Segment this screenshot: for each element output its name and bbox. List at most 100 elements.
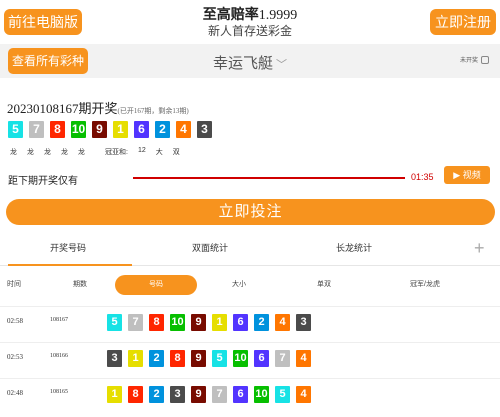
number-ball: 5 <box>8 121 23 138</box>
number-ball: 9 <box>191 350 206 367</box>
stat-item: 12 <box>137 147 146 154</box>
number-ball: 2 <box>149 386 164 403</box>
row-issue: 108167 <box>50 317 68 323</box>
number-ball: 4 <box>176 121 191 138</box>
row-issue: 108165 <box>50 389 68 395</box>
number-ball: 8 <box>170 350 185 367</box>
number-ball: 4 <box>275 314 290 331</box>
row-time: 02:58 <box>7 317 23 325</box>
row-balls: 3 1 2 8 9 5 10 6 7 4 <box>107 350 317 367</box>
number-ball: 9 <box>92 121 107 138</box>
column-issue: 期数 <box>73 281 87 288</box>
filter-odd-even[interactable]: 单双 <box>317 279 331 289</box>
video-icon: ▶ <box>453 170 461 180</box>
number-ball: 7 <box>128 314 143 331</box>
number-ball: 9 <box>191 314 206 331</box>
number-ball: 1 <box>212 314 227 331</box>
row-time: 02:53 <box>7 353 23 361</box>
stats-tabs: 开奖号码 双面统计 长龙统计 + <box>0 238 500 266</box>
issue-title: 20230108167期开奖 <box>7 101 118 116</box>
odds-rate: 1.9999 <box>258 8 298 23</box>
tab-draw-numbers[interactable]: 开奖号码 <box>8 241 128 254</box>
number-ball: 4 <box>296 386 311 403</box>
odds-title: 至高赔率1.9999 <box>150 4 350 24</box>
number-ball: 3 <box>197 121 212 138</box>
number-ball: 9 <box>191 386 206 403</box>
stat-item: 龙 <box>61 149 68 156</box>
number-ball: 5 <box>275 386 290 403</box>
dropdown-icon <box>481 56 490 65</box>
number-ball: 7 <box>29 121 44 138</box>
number-ball: 6 <box>134 121 149 138</box>
number-ball: 3 <box>170 386 185 403</box>
number-ball: 6 <box>233 314 248 331</box>
lottery-menu[interactable]: 未开奖 <box>460 55 490 65</box>
number-ball: 5 <box>107 314 122 331</box>
chevron-down-icon: ﹀ <box>276 59 287 71</box>
lottery-selector[interactable]: 幸运飞艇 ﹀ <box>200 52 300 73</box>
number-ball: 5 <box>212 350 227 367</box>
countdown-label: 距下期开奖仅有 <box>8 176 78 187</box>
number-ball: 3 <box>296 314 311 331</box>
number-ball: 8 <box>149 314 164 331</box>
history-row[interactable]: 02:48 108165 1 8 2 3 9 7 6 10 5 4 <box>0 378 500 408</box>
place-bet-button[interactable]: 立即投注 <box>6 199 495 225</box>
number-ball: 8 <box>50 121 65 138</box>
video-label: 视频 <box>462 170 481 180</box>
number-ball: 10 <box>71 121 86 138</box>
row-balls: 5 7 8 10 9 1 6 2 4 3 <box>107 314 317 331</box>
add-icon[interactable]: + <box>474 238 485 259</box>
stat-item: 龙 <box>27 149 34 156</box>
video-button[interactable]: ▶ 视频 <box>444 166 490 184</box>
register-button[interactable]: 立即注册 <box>430 9 496 35</box>
stat-item: 龙 <box>78 149 85 156</box>
promo-subtitle: 新人首存送彩金 <box>207 24 292 38</box>
desktop-version-button[interactable]: 前往电脑版 <box>4 9 82 35</box>
number-ball: 7 <box>275 350 290 367</box>
lottery-bar: 查看所有彩种 幸运飞艇 ﹀ 未开奖 <box>0 44 500 78</box>
number-ball: 2 <box>149 350 164 367</box>
current-stats: 龙 龙 龙 龙 龙 冠亚和: 12 大 双 <box>10 147 180 157</box>
filter-size[interactable]: 大小 <box>232 279 246 289</box>
number-ball: 1 <box>113 121 128 138</box>
stat-item: 冠亚和: <box>105 149 128 156</box>
filter-numbers[interactable]: 号码 <box>115 275 197 295</box>
number-ball: 6 <box>233 386 248 403</box>
all-lotteries-button[interactable]: 查看所有彩种 <box>8 48 88 74</box>
column-time: 时间 <box>7 281 21 288</box>
tab-dragon-stats[interactable]: 长龙统计 <box>294 241 414 254</box>
number-ball: 10 <box>254 386 269 403</box>
filter-bar: 时间 期数 号码 大小 单双 冠军/龙虎 <box>0 271 500 299</box>
tab-double-stats[interactable]: 双面统计 <box>150 241 270 254</box>
countdown-line <box>133 177 405 179</box>
active-tab-indicator <box>8 264 132 266</box>
history-row[interactable]: 02:53 108166 3 1 2 8 9 5 10 6 7 4 <box>0 342 500 372</box>
countdown-time: 01:35 <box>411 172 434 182</box>
number-ball: 4 <box>296 350 311 367</box>
row-time: 02:48 <box>7 389 23 397</box>
current-balls: 5 7 8 10 9 1 6 2 4 3 <box>8 121 218 138</box>
stat-item: 龙 <box>44 149 51 156</box>
lottery-menu-label: 未开奖 <box>460 58 479 64</box>
stat-item: 大 <box>155 149 163 156</box>
odds-title-label: 至高赔率 <box>202 6 259 22</box>
number-ball: 1 <box>128 350 143 367</box>
number-ball: 1 <box>107 386 122 403</box>
lottery-name: 幸运飞艇 <box>212 55 273 72</box>
row-issue: 108166 <box>50 353 68 359</box>
stat-item: 双 <box>172 149 180 156</box>
number-ball: 3 <box>107 350 122 367</box>
number-ball: 2 <box>155 121 170 138</box>
stat-item: 龙 <box>10 149 17 156</box>
top-header: 前往电脑版 至高赔率1.9999 新人首存送彩金 立即注册 <box>0 0 500 44</box>
number-ball: 10 <box>170 314 185 331</box>
number-ball: 10 <box>233 350 248 367</box>
number-ball: 7 <box>212 386 227 403</box>
issue-note: (已开167期，剩余13期) <box>117 107 189 115</box>
filter-champion[interactable]: 冠军/龙虎 <box>410 279 440 289</box>
current-issue: 20230108167期开奖(已开167期，剩余13期) <box>7 98 189 117</box>
number-ball: 2 <box>254 314 269 331</box>
history-row[interactable]: 02:58 108167 5 7 8 10 9 1 6 2 4 3 <box>0 306 500 336</box>
number-ball: 6 <box>254 350 269 367</box>
number-ball: 8 <box>128 386 143 403</box>
